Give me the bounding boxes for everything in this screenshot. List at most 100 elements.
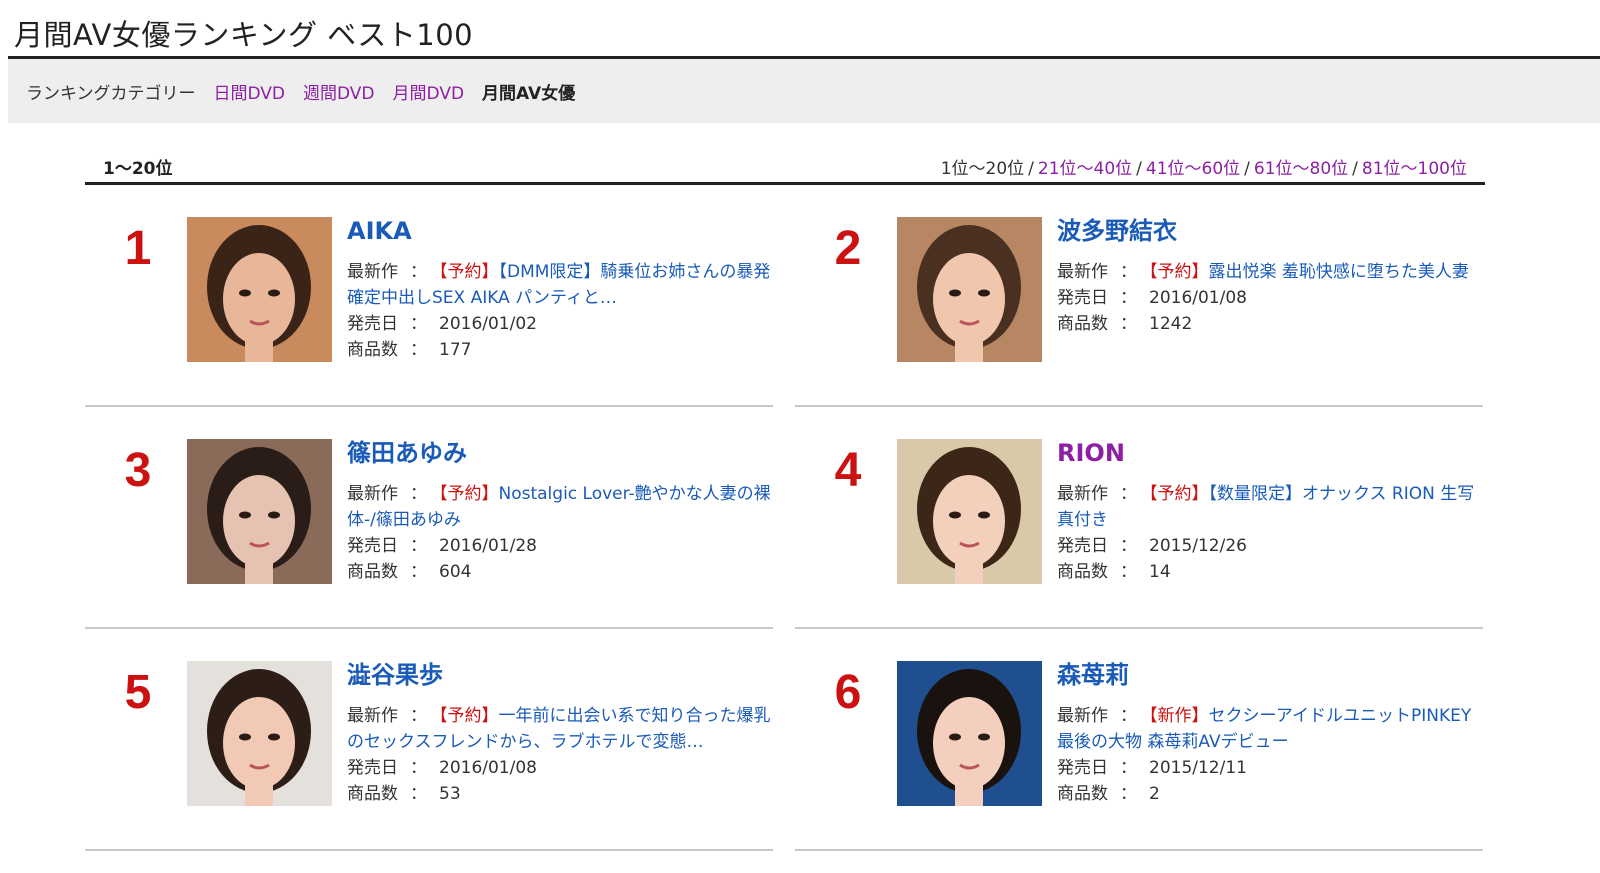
- colon: ：: [1120, 314, 1137, 334]
- colon: ：: [410, 314, 427, 334]
- rank-number: 2: [834, 222, 862, 275]
- portrait-photo-icon[interactable]: [187, 217, 332, 362]
- colon: ：: [410, 340, 427, 360]
- colon: ：: [1120, 536, 1137, 556]
- release-date-value: 2015/12/26: [1149, 536, 1247, 556]
- actress-card: 2 波多野結衣 最新作 ： 【予約】露出悦楽 羞恥快感に堕ちた美人妻 発売日 ： 2016/0…: [795, 185, 1483, 407]
- latest-label: 最新作: [1057, 706, 1108, 726]
- category-link-weekly-dvd[interactable]: 週間DVD: [303, 79, 375, 104]
- release-date-value: 2016/01/02: [439, 314, 537, 334]
- release-date-row: 発売日 ： 2015/12/26: [1057, 533, 1482, 559]
- actress-card: 3 篠田あゆみ 最新作：【予約】Nostalgic Lover-艶やかな人妻の裸体-…: [85, 407, 773, 629]
- release-status-tag: 【予約】: [439, 262, 499, 282]
- product-count-value: 14: [1149, 562, 1171, 582]
- release-date-row: 発売日 ： 2016/01/02: [347, 311, 772, 337]
- colon: ：: [410, 706, 427, 726]
- latest-work-row: 最新作：【予約】Nostalgic Lover-艶やかな人妻の裸体-/篠田あゆみ: [347, 481, 772, 533]
- actress-card: 5 澁谷果歩 最新作：【予約】一年前に出会い系で知り合った爆乳のセックスフレンドから…: [85, 629, 773, 851]
- colon: ：: [1120, 262, 1137, 282]
- actress-info: 森苺莉 最新作：【新作】セクシーアイドルユニットPINKEY最後の大物 森苺莉AV…: [1057, 659, 1482, 807]
- release-status-tag: 【新作】: [1149, 706, 1209, 726]
- product-count-label: 商品数: [347, 562, 398, 582]
- pager-link-41-60[interactable]: 41位～60位: [1146, 159, 1240, 179]
- category-link-monthly-dvd[interactable]: 月間DVD: [393, 79, 465, 104]
- rank-number: 1: [124, 222, 152, 275]
- actress-name-link[interactable]: AIKA: [347, 215, 772, 247]
- actress-name-link[interactable]: 篠田あゆみ: [347, 437, 772, 469]
- product-count-label: 商品数: [1057, 314, 1108, 334]
- colon: ：: [410, 262, 427, 282]
- rank-number: 4: [834, 444, 862, 497]
- colon: ：: [1120, 562, 1137, 582]
- colon: ：: [410, 758, 427, 778]
- release-date-label: 発売日: [1057, 758, 1108, 778]
- rank-number: 5: [124, 666, 152, 719]
- rank-number: 3: [124, 444, 152, 497]
- release-date-value: 2016/01/08: [1149, 288, 1247, 308]
- actress-info: RION 最新作：【予約】【数量限定】オナックス RION 生写真付き 発売日： 20…: [1057, 437, 1482, 585]
- release-date-value: 2016/01/28: [439, 536, 537, 556]
- portrait-photo-icon[interactable]: [897, 217, 1042, 362]
- release-date-row: 発売日 ： 2016/01/08: [1057, 285, 1482, 311]
- latest-label: 最新作: [347, 706, 398, 726]
- portrait-photo-icon[interactable]: [187, 661, 332, 806]
- release-status-tag: 【予約】: [1149, 262, 1209, 282]
- release-date-value: 2016/01/08: [439, 758, 537, 778]
- release-date-row: 発売日 ： 2015/12/11: [1057, 755, 1482, 781]
- release-date-label: 発売日: [347, 314, 398, 334]
- page-title: 月間AV女優ランキング ベスト100: [14, 18, 474, 52]
- actress-name-link[interactable]: RION: [1057, 437, 1482, 469]
- colon: ：: [410, 484, 427, 504]
- latest-label: 最新作: [347, 484, 398, 504]
- latest-label: 最新作: [347, 262, 398, 282]
- actress-name-link[interactable]: 森苺莉: [1057, 659, 1482, 691]
- pager-separator: /: [1244, 159, 1250, 179]
- latest-label: 最新作: [1057, 262, 1108, 282]
- product-count-row: 商品数 ： 177: [347, 337, 772, 363]
- product-count-label: 商品数: [1057, 562, 1108, 582]
- actress-card: 1 AIKA 最新作：【予約】【DMM限定】騎乗位お姉さんの暴発確定中出しSEX A…: [85, 185, 773, 407]
- actress-info: 篠田あゆみ 最新作：【予約】Nostalgic Lover-艶やかな人妻の裸体-/…: [347, 437, 772, 585]
- actress-name-link[interactable]: 澁谷果歩: [347, 659, 772, 691]
- latest-work-row: 最新作 ： 【予約】露出悦楽 羞恥快感に堕ちた美人妻: [1057, 259, 1482, 285]
- release-date-value: 2015/12/11: [1149, 758, 1247, 778]
- latest-work-row: 最新作：【予約】一年前に出会い系で知り合った爆乳のセックスフレンドから、ラブホテ…: [347, 703, 772, 755]
- colon: ：: [1120, 706, 1137, 726]
- actress-info: AIKA 最新作：【予約】【DMM限定】騎乗位お姉さんの暴発確定中出しSEX AI…: [347, 215, 772, 363]
- latest-work-row: 最新作：【予約】【DMM限定】騎乗位お姉さんの暴発確定中出しSEX AIKA パ…: [347, 259, 772, 311]
- category-link-daily-dvd[interactable]: 日間DVD: [214, 79, 286, 104]
- product-count-label: 商品数: [347, 784, 398, 804]
- pager-link-61-80[interactable]: 61位～80位: [1254, 159, 1348, 179]
- product-count-label: 商品数: [347, 340, 398, 360]
- latest-work-row: 最新作：【新作】セクシーアイドルユニットPINKEY最後の大物 森苺莉AVデビュ…: [1057, 703, 1482, 755]
- release-date-row: 発売日 ： 2016/01/08: [347, 755, 772, 781]
- ranking-category-bar: ランキングカテゴリー 日間DVD 週間DVD 月間DVD 月間AV女優: [8, 59, 1600, 123]
- portrait-photo-icon[interactable]: [897, 439, 1042, 584]
- latest-work-link[interactable]: 露出悦楽 羞恥快感に堕ちた美人妻: [1209, 262, 1469, 282]
- actress-info: 澁谷果歩 最新作：【予約】一年前に出会い系で知り合った爆乳のセックスフレンドから、…: [347, 659, 772, 807]
- ranking-category-label: ランキングカテゴリー: [26, 83, 196, 104]
- actress-card: 4 RION 最新作：【予約】【数量限定】オナックス RION 生写真付き 発売日： 2…: [795, 407, 1483, 629]
- category-current-monthly-actress: 月間AV女優: [482, 83, 576, 104]
- product-count-row: 商品数 ： 604: [347, 559, 772, 585]
- release-status-tag: 【予約】: [1149, 484, 1209, 504]
- portrait-photo-icon[interactable]: [187, 439, 332, 584]
- range-pager: 1位～20位/21位～40位/41位～60位/61位～80位/81位～100位: [941, 154, 1467, 179]
- actress-name-link[interactable]: 波多野結衣: [1057, 215, 1482, 247]
- product-count-value: 2: [1149, 784, 1160, 804]
- product-count-row: 商品数 ： 53: [347, 781, 772, 807]
- pager-link-81-100[interactable]: 81位～100位: [1362, 159, 1467, 179]
- pager-link-21-40[interactable]: 21位～40位: [1038, 159, 1132, 179]
- colon: ：: [1120, 288, 1137, 308]
- product-count-value: 177: [439, 340, 472, 360]
- release-date-label: 発売日: [347, 536, 398, 556]
- portrait-photo-icon[interactable]: [897, 661, 1042, 806]
- product-count-row: 商品数 ： 2: [1057, 781, 1482, 807]
- release-status-tag: 【予約】: [439, 484, 499, 504]
- product-count-row: 商品数 ： 14: [1057, 559, 1482, 585]
- colon: ：: [410, 536, 427, 556]
- colon: ：: [1120, 758, 1137, 778]
- pager-separator: /: [1352, 159, 1358, 179]
- product-count-row: 商品数 ： 1242: [1057, 311, 1482, 337]
- colon: ：: [410, 784, 427, 804]
